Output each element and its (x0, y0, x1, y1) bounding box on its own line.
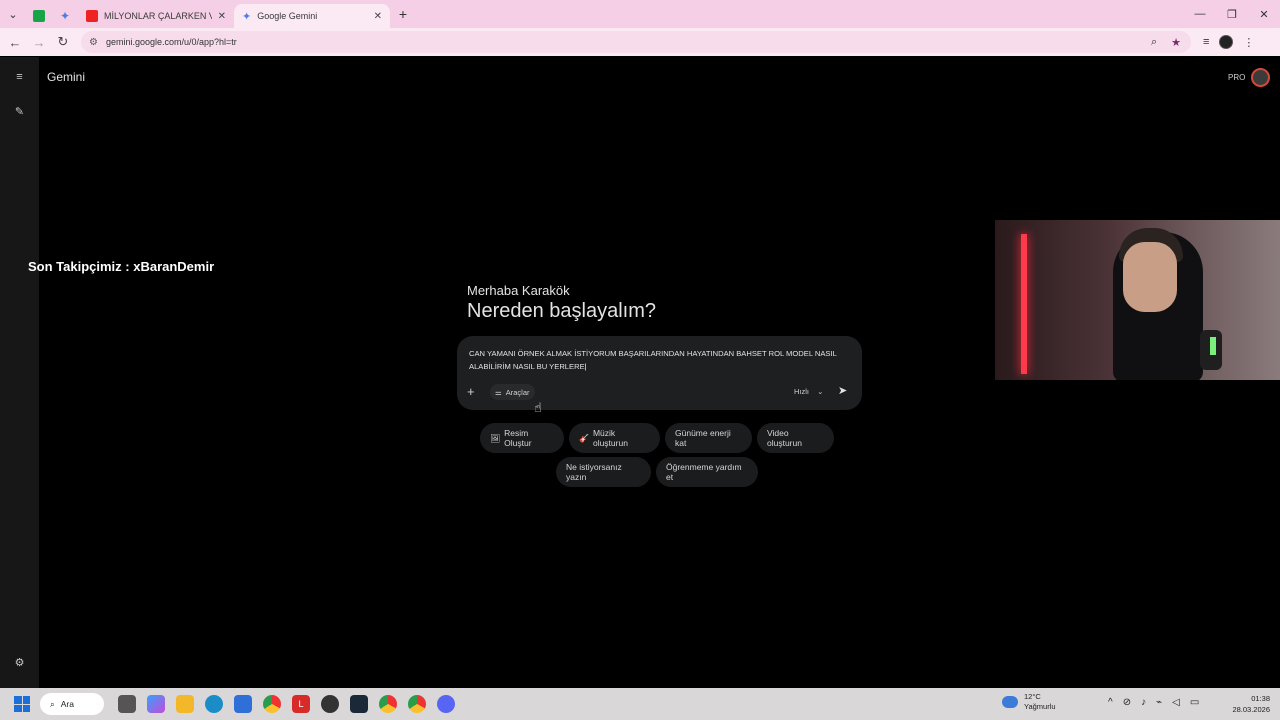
image-icon: 🖼 (490, 433, 501, 443)
copilot-icon[interactable] (147, 695, 165, 713)
webcam-overlay (995, 220, 1280, 380)
site-info-icon[interactable]: ⚙ (89, 37, 98, 48)
microphone-icon[interactable]: ♪ (1141, 697, 1146, 708)
forward-icon[interactable]: → (27, 35, 51, 50)
system-tray: ^ ⊘ ♪ ⌁ ◁ ▭ (1108, 697, 1199, 708)
discord-icon[interactable] (437, 695, 455, 713)
close-tab-icon[interactable]: ✕ (218, 11, 226, 22)
page-headline: Nereden başlayalım? (467, 300, 656, 322)
address-bar[interactable]: ⚙ gemini.google.com/u/0/app?hl=tr ⌕ ★ (81, 31, 1191, 53)
weather-desc: Yağmurlu (1024, 702, 1056, 711)
clock[interactable]: 01:38 28.03.2026 (1226, 693, 1270, 715)
task-view-icon[interactable] (118, 695, 136, 713)
settings-gear-icon[interactable]: ⚙ (0, 656, 39, 669)
tab-youtube[interactable]: MİLYONLAR ÇALARKEN VLOG ✕ (78, 4, 234, 28)
new-chat-icon[interactable]: ✎ (0, 105, 39, 118)
prompt-input[interactable]: CAN YAMANI ÖRNEK ALMAK İSTİYORUM BAŞARIL… (469, 347, 849, 373)
chevron-down-icon: ⌄ (817, 387, 824, 396)
model-speed-select[interactable]: Hızlı ⌄ (794, 387, 823, 396)
tab-label: Google Gemini (257, 11, 318, 21)
youtube-icon (86, 10, 98, 22)
media-controls-icon[interactable]: ≡ (1203, 36, 1209, 48)
chrome-active-icon[interactable] (408, 695, 426, 713)
chrome-profile-icon[interactable] (379, 695, 397, 713)
reload-icon[interactable]: ↻ (51, 34, 75, 50)
volume-icon[interactable]: ◁ (1172, 697, 1180, 708)
guitar-icon: 🎸 (579, 433, 589, 443)
gemini-star-icon: ✦ (59, 9, 71, 23)
pro-badge: PRO (1228, 73, 1246, 82)
taskbar: ⌕ Ara L 12°C Yağmurlu ^ ⊘ ♪ ⌁ ◁ ▭ 01:38 … (0, 688, 1280, 720)
send-button[interactable]: ➤ (838, 384, 847, 397)
greeting: Merhaba Karakök (467, 283, 570, 298)
close-tab-icon[interactable]: ✕ (374, 11, 382, 22)
rain-cloud-icon (1002, 696, 1018, 708)
new-tab-button[interactable]: + (390, 0, 416, 28)
back-icon[interactable]: ← (3, 35, 27, 50)
maximize-button[interactable]: ❐ (1216, 8, 1248, 21)
mic-glow (1210, 337, 1216, 355)
side-rail: ≡ ✎ (0, 57, 39, 688)
hand-cursor-icon: ☝ (534, 400, 542, 415)
sliders-icon: ⚌ (495, 387, 502, 397)
browser-toolbar: ← → ↻ ⚙ gemini.google.com/u/0/app?hl=tr … (0, 28, 1280, 56)
close-window-button[interactable]: ✕ (1248, 8, 1280, 21)
notification-off-icon[interactable]: ⊘ (1123, 697, 1131, 708)
chip-write-anything[interactable]: Ne istiyorsanız yazın (556, 457, 651, 487)
chrome-icon[interactable] (263, 695, 281, 713)
profile-avatar[interactable] (1219, 35, 1234, 49)
battery-icon[interactable]: ▭ (1190, 697, 1199, 708)
chip-create-music[interactable]: 🎸 Müzik oluşturun (569, 423, 660, 453)
chip-create-image[interactable]: 🖼 Resim Oluştur (480, 423, 564, 453)
chip-create-video[interactable]: Video oluşturun (757, 423, 834, 453)
app-title: Gemini (47, 70, 86, 84)
edge-icon[interactable] (205, 695, 223, 713)
tools-button[interactable]: ⚌ Araçlar (490, 384, 535, 400)
store-icon[interactable] (234, 695, 252, 713)
gemini-star-icon: ✦ (242, 10, 252, 23)
file-explorer-icon[interactable] (176, 695, 194, 713)
steam-icon[interactable] (350, 695, 368, 713)
chevron-up-icon[interactable]: ^ (1108, 697, 1113, 708)
streamer-face (1123, 242, 1177, 312)
prompt-composer[interactable]: CAN YAMANI ÖRNEK ALMAK İSTİYORUM BAŞARIL… (457, 336, 862, 410)
search-icon: ⌕ (50, 698, 55, 709)
clock-time: 01:38 (1251, 694, 1270, 703)
obs-icon[interactable] (321, 695, 339, 713)
bookmark-star-icon[interactable]: ★ (1171, 36, 1181, 49)
network-icon[interactable]: ⌁ (1156, 697, 1162, 708)
tab-search-chevron-icon[interactable]: ⌄ (0, 0, 26, 28)
chip-energize-day[interactable]: Günüme enerji kat (665, 423, 752, 453)
stream-follower-overlay: Son Takipçimiz : xBaranDemir (28, 259, 215, 274)
user-avatar[interactable] (1251, 68, 1270, 87)
minimize-button[interactable]: — (1184, 8, 1216, 21)
tab-google-gemini[interactable]: ✦ Google Gemini ✕ (234, 4, 390, 28)
k-icon (33, 10, 45, 22)
window-controls: — ❐ ✕ (1184, 8, 1280, 21)
browser-tab-bar: ⌄ ✦ MİLYONLAR ÇALARKEN VLOG ✕ ✦ Google G… (0, 0, 1280, 28)
menu-hamburger-icon[interactable]: ≡ (0, 71, 39, 83)
tab-label: MİLYONLAR ÇALARKEN VLOG (104, 11, 212, 21)
weather-widget[interactable]: 12°C Yağmurlu (1002, 692, 1056, 712)
tab-k[interactable] (26, 4, 52, 28)
start-button[interactable] (10, 692, 34, 716)
tab-gemini-pinned[interactable]: ✦ (52, 4, 78, 28)
clock-date: 28.03.2026 (1232, 705, 1270, 714)
app-l-icon[interactable]: L (292, 695, 310, 713)
add-attachment-button[interactable]: + (467, 384, 475, 399)
zoom-icon[interactable]: ⌕ (1151, 36, 1157, 49)
weather-temp: 12°C (1024, 692, 1041, 701)
chip-help-learn[interactable]: Öğrenmeme yardım et (656, 457, 758, 487)
taskbar-search[interactable]: ⌕ Ara (40, 693, 104, 715)
led-light-bar (1021, 234, 1027, 374)
menu-kebab-icon[interactable]: ⋮ (1243, 36, 1254, 49)
url-text: gemini.google.com/u/0/app?hl=tr (105, 37, 237, 47)
tools-label: Araçlar (505, 387, 530, 397)
